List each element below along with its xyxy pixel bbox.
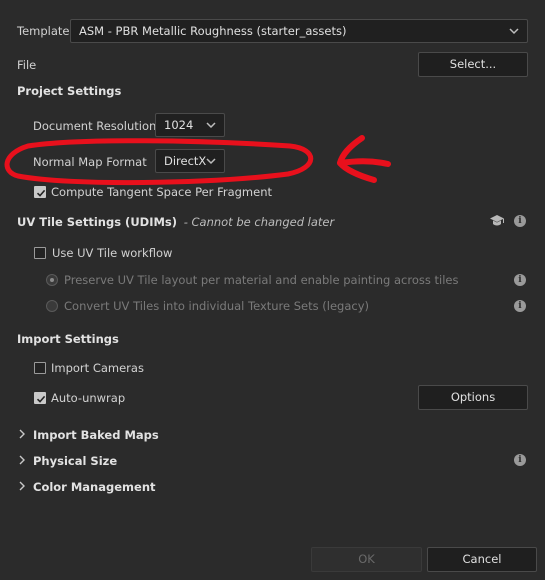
info-icon[interactable]: i (514, 454, 526, 466)
cancel-button[interactable]: Cancel (427, 547, 537, 572)
section-physical-size[interactable]: Physical Size (17, 452, 317, 470)
chevron-down-icon (509, 28, 519, 35)
preserve-uv-label: Preserve UV Tile layout per material and… (64, 273, 459, 287)
convert-uv-radio[interactable] (46, 300, 58, 312)
convert-uv-label: Convert UV Tiles into individual Texture… (64, 299, 370, 313)
template-select[interactable]: ASM - PBR Metallic Roughness (starter_as… (70, 19, 528, 43)
ok-button[interactable]: OK (311, 547, 422, 572)
file-label: File (17, 58, 37, 72)
import-baked-maps-label: Import Baked Maps (33, 428, 159, 442)
info-icon[interactable]: i (514, 215, 526, 227)
preserve-uv-radio[interactable] (46, 274, 58, 286)
auto-unwrap-checkbox[interactable] (34, 392, 46, 404)
chevron-right-icon (19, 481, 25, 491)
select-file-button[interactable]: Select... (418, 52, 528, 77)
template-label: Template (17, 24, 70, 38)
options-button[interactable]: Options (418, 385, 528, 410)
section-color-management[interactable]: Color Management (17, 478, 317, 496)
info-icon[interactable]: i (514, 274, 526, 286)
uv-workflow-checkbox[interactable] (34, 247, 46, 259)
auto-unwrap-label: Auto-unwrap (51, 391, 126, 405)
project-settings-heading: Project Settings (17, 84, 122, 98)
import-cameras-checkbox[interactable] (34, 362, 46, 374)
uv-tile-heading-row: UV Tile Settings (UDIMs) - Cannot be cha… (17, 215, 334, 229)
uv-tile-note: - Cannot be changed later (183, 215, 335, 229)
import-cameras-label: Import Cameras (51, 361, 144, 375)
section-import-baked-maps[interactable]: Import Baked Maps (17, 426, 317, 444)
info-icon[interactable]: i (514, 300, 526, 312)
uv-tile-heading: UV Tile Settings (UDIMs) (17, 215, 178, 229)
red-arrow-annotation (4, 135, 391, 186)
template-value: ASM - PBR Metallic Roughness (starter_as… (79, 24, 347, 38)
chevron-right-icon (19, 429, 25, 439)
graduation-cap-icon[interactable] (489, 214, 505, 228)
physical-size-label: Physical Size (33, 454, 118, 468)
color-management-label: Color Management (33, 480, 156, 494)
chevron-right-icon (19, 455, 25, 465)
uv-workflow-label: Use UV Tile workflow (52, 246, 173, 260)
import-settings-heading: Import Settings (17, 332, 119, 346)
check-icon (36, 395, 46, 403)
